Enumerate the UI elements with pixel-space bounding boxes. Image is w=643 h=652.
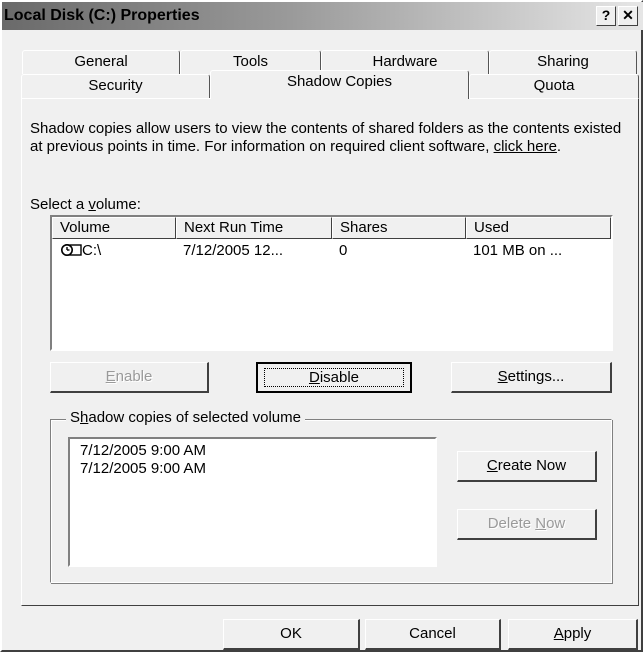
- title-bar[interactable]: Local Disk (C:) Properties ? ✕: [2, 2, 643, 30]
- list-item[interactable]: 7/12/2005 9:00 AM: [80, 442, 435, 460]
- select-volume-label-pre: Select a: [30, 196, 89, 213]
- ok-button[interactable]: OK: [223, 619, 360, 650]
- column-header-used[interactable]: Used: [466, 217, 611, 239]
- help-button[interactable]: ?: [596, 6, 616, 26]
- list-item[interactable]: 7/12/2005 9:00 AM: [80, 460, 435, 478]
- enable-label: nable: [115, 368, 153, 385]
- delete-now-mnemonic: N: [535, 515, 547, 532]
- shadow-copies-list[interactable]: 7/12/2005 9:00 AM 7/12/2005 9:00 AM: [68, 437, 437, 567]
- select-volume-mnemonic: v: [88, 196, 96, 213]
- settings-mnemonic: S: [497, 368, 508, 385]
- column-header-next-run-time[interactable]: Next Run Time: [176, 217, 332, 239]
- settings-button[interactable]: Settings...: [451, 362, 612, 393]
- tab-shadow-copies[interactable]: Shadow Copies: [210, 70, 469, 99]
- apply-mnemonic: A: [553, 625, 564, 642]
- delete-now-label-post: ow: [546, 515, 566, 532]
- tab-security[interactable]: Security: [21, 74, 210, 98]
- create-now-mnemonic: C: [486, 457, 498, 474]
- shadow-copies-group-label: Shadow copies of selected volume: [66, 409, 305, 426]
- column-header-volume[interactable]: Volume: [52, 217, 176, 239]
- delete-now-button[interactable]: Delete Now: [457, 509, 597, 540]
- select-volume-label-post: olume:: [95, 196, 141, 213]
- enable-button[interactable]: Enable: [50, 362, 209, 393]
- legend-pre: S: [70, 409, 81, 426]
- legend-post: adow copies of selected volume: [88, 409, 301, 426]
- tab-sharing[interactable]: Sharing: [489, 50, 637, 74]
- cell-shares: 0: [339, 242, 348, 259]
- properties-dialog: Local Disk (C:) Properties ? ✕ General T…: [0, 0, 643, 652]
- tab-quota[interactable]: Quota: [469, 74, 639, 98]
- table-row[interactable]: C:\ 7/12/2005 12... 0 101 MB on ...: [52, 241, 611, 261]
- enable-mnemonic: E: [105, 368, 116, 385]
- apply-button[interactable]: Apply: [508, 619, 638, 650]
- shadow-clock-icon: [60, 242, 82, 262]
- delete-now-label-pre: Delete: [487, 515, 536, 532]
- close-button[interactable]: ✕: [618, 6, 638, 26]
- description-text: Shadow copies allow users to view the co…: [30, 120, 630, 156]
- cell-volume: C:\: [82, 242, 102, 259]
- tab-general[interactable]: General: [22, 50, 180, 74]
- description-suffix: .: [556, 138, 562, 155]
- window-title: Local Disk (C:) Properties: [4, 7, 200, 24]
- select-volume-label: Select a volume:: [30, 196, 141, 213]
- column-header-shares[interactable]: Shares: [332, 217, 466, 239]
- cancel-button[interactable]: Cancel: [365, 619, 501, 650]
- settings-label: ettings...: [507, 368, 565, 385]
- volume-list[interactable]: Volume Next Run Time Shares Used C:\ 7/1…: [50, 215, 613, 351]
- apply-label: pply: [563, 625, 592, 642]
- client-software-link[interactable]: click here: [494, 138, 557, 155]
- cell-used: 101 MB on ...: [473, 242, 563, 259]
- disable-button[interactable]: Disable: [256, 362, 412, 393]
- focus-ring: [264, 368, 404, 387]
- create-now-label: reate Now: [497, 457, 567, 474]
- cell-next-run-time: 7/12/2005 12...: [183, 242, 284, 259]
- create-now-button[interactable]: Create Now: [457, 451, 597, 482]
